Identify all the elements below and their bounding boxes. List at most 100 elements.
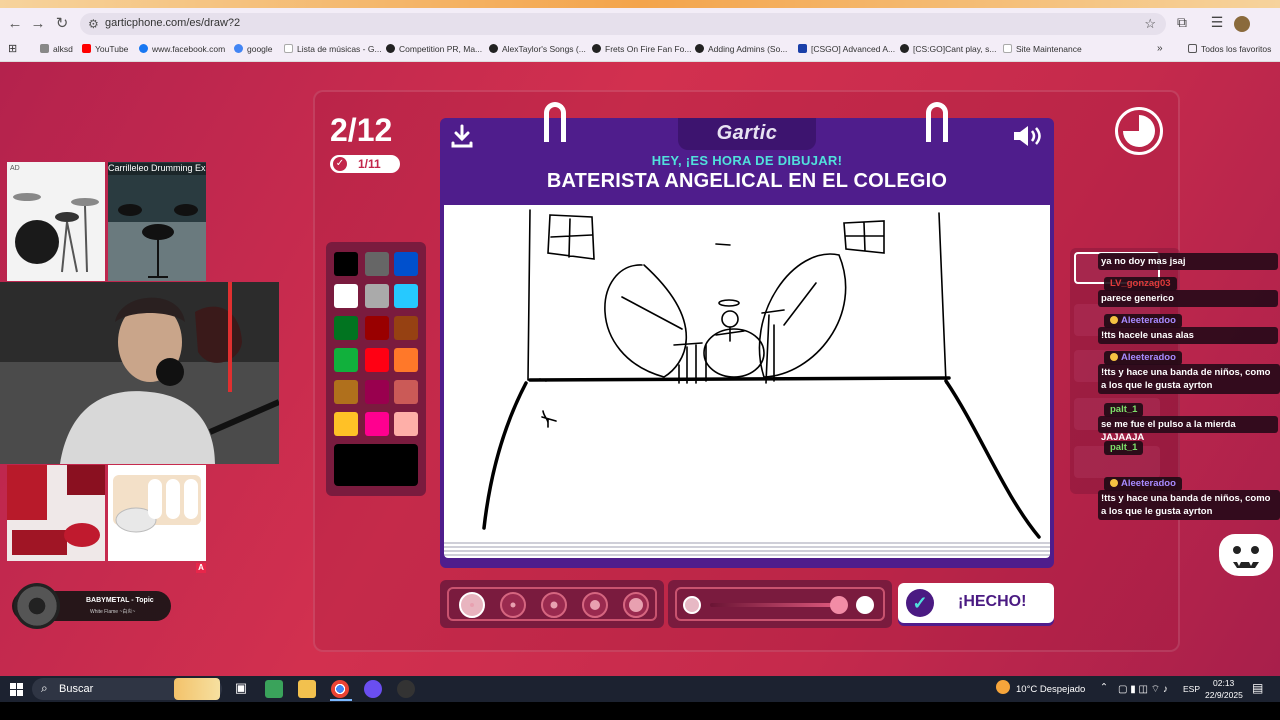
color-swatch[interactable] <box>394 252 418 276</box>
color-swatch[interactable] <box>394 316 418 340</box>
bookmark-item[interactable]: www.facebook.com <box>139 44 225 54</box>
clock-time[interactable]: 02:13 <box>1213 678 1234 688</box>
color-swatch[interactable] <box>334 284 358 308</box>
color-swatch[interactable] <box>365 284 389 308</box>
bookmark-item[interactable]: Adding Admins (So... <box>695 44 787 54</box>
opacity-min-knob[interactable] <box>683 596 701 614</box>
color-swatch[interactable] <box>334 348 358 372</box>
chat-username: Aleeteradoo <box>1104 477 1182 491</box>
tray-icons[interactable]: ▢ ▮ ◫ ⌔ ♪ <box>1118 683 1168 696</box>
bookmark-item[interactable]: Frets On Fire Fan Fo... <box>592 44 691 54</box>
color-swatch[interactable] <box>365 380 389 404</box>
color-swatch[interactable] <box>394 412 418 436</box>
color-swatch[interactable] <box>334 316 358 340</box>
weather-icon[interactable] <box>996 680 1010 694</box>
drawing-canvas[interactable] <box>444 205 1050 540</box>
language-indicator[interactable]: ESP <box>1183 684 1200 694</box>
music-artist: BABYMETAL - Topic <box>86 597 154 604</box>
opacity-slider-handle[interactable] <box>830 596 848 614</box>
obs-app-icon[interactable] <box>397 680 415 698</box>
color-swatch[interactable] <box>394 380 418 404</box>
search-highlight-icon[interactable] <box>174 678 220 700</box>
discord-app-icon[interactable] <box>364 680 382 698</box>
profile-avatar[interactable] <box>1234 16 1250 32</box>
bookmark-item[interactable]: Competition PR, Ma... <box>386 44 482 54</box>
chat-username: palt_1 <box>1104 441 1144 455</box>
extensions-icon[interactable]: ⧉ <box>1173 14 1191 31</box>
done-button[interactable]: ✓ ¡HECHO! <box>898 583 1054 623</box>
file-explorer-icon[interactable] <box>298 680 316 698</box>
current-color-preview <box>334 444 418 486</box>
more-bookmarks-chevron-icon[interactable]: » <box>1157 43 1163 54</box>
notifications-icon[interactable]: ▤ <box>1252 681 1263 695</box>
ad-image-pads[interactable] <box>108 465 206 561</box>
bookmark-item[interactable]: google <box>234 44 273 54</box>
bookmark-item[interactable]: [CS:GO]Cant play, s... <box>900 44 996 54</box>
bookmark-item[interactable]: alksd <box>40 44 73 54</box>
color-swatch[interactable] <box>365 252 389 276</box>
bookmark-item[interactable]: YouTube <box>82 44 128 54</box>
search-placeholder: Buscar <box>59 683 94 695</box>
players-done-count: 1/11 <box>358 157 381 171</box>
color-swatch[interactable] <box>365 316 389 340</box>
media-controls-icon[interactable]: ☰ <box>1208 14 1226 31</box>
active-app-indicator <box>330 699 352 701</box>
opacity-slider-track[interactable] <box>710 603 840 607</box>
binder-ring-left <box>544 102 566 142</box>
bookmark-item[interactable]: AlexTaylor's Songs (... <box>489 44 586 54</box>
color-swatch[interactable] <box>334 380 358 404</box>
all-bookmarks-folder[interactable]: Todos los favoritos <box>1188 44 1271 54</box>
download-icon[interactable] <box>450 124 474 148</box>
opacity-max-knob[interactable] <box>856 596 874 614</box>
window-accent-strip <box>0 0 1280 8</box>
brush-size-3[interactable] <box>541 592 567 618</box>
bookmark-item[interactable]: Lista de músicas - G... <box>284 44 382 54</box>
color-swatch[interactable] <box>365 412 389 436</box>
apps-grid-icon[interactable]: ⊞ <box>8 42 17 55</box>
bookmark-star-icon[interactable]: ☆ <box>1144 16 1156 32</box>
bookmark-item[interactable]: Site Maintenance <box>1003 44 1082 54</box>
bathroom-set-image <box>7 465 105 561</box>
color-swatch[interactable] <box>334 412 358 436</box>
chrome-app-icon[interactable] <box>331 680 349 698</box>
brush-size-5[interactable] <box>623 592 649 618</box>
mascot-face <box>1233 546 1259 568</box>
back-arrow-icon[interactable]: ← <box>5 14 25 34</box>
drawing-sketch <box>482 209 1041 539</box>
task-view-icon[interactable]: ▣ <box>232 680 250 698</box>
chat-message: !tts hacele unas alas <box>1101 330 1194 341</box>
brush-size-2[interactable] <box>500 592 526 618</box>
windows-start-icon[interactable] <box>10 683 23 696</box>
reload-icon[interactable]: ↻ <box>52 14 72 34</box>
site-info-icon[interactable]: ⚙ <box>88 17 99 31</box>
tray-chevron-icon[interactable]: ⌃ <box>1100 682 1108 693</box>
ad-image-drumkit[interactable] <box>7 162 105 281</box>
brush-size-4[interactable] <box>582 592 608 618</box>
calculator-app-icon[interactable] <box>265 680 283 698</box>
check-icon: ✓ <box>906 589 934 617</box>
color-swatch[interactable] <box>394 348 418 372</box>
mod-badge-icon <box>1110 353 1118 361</box>
weather-text[interactable]: 10°C Despejado <box>1016 684 1085 695</box>
bookmark-item[interactable]: [CSGO] Advanced A... <box>798 44 895 54</box>
done-label: ¡HECHO! <box>958 593 1027 610</box>
color-swatch[interactable] <box>394 284 418 308</box>
speaker-icon[interactable] <box>1012 124 1044 148</box>
chat-username: palt_1 <box>1104 403 1144 417</box>
music-song: White Flame ~白炎~ <box>90 609 136 615</box>
color-swatch[interactable] <box>365 348 389 372</box>
address-bar[interactable]: ⚙ garticphone.com/es/draw?2 ☆ <box>80 13 1166 35</box>
check-icon: ✓ <box>333 157 347 171</box>
clock-date[interactable]: 22/9/2025 <box>1205 690 1243 700</box>
forward-arrow-icon[interactable]: → <box>28 14 48 34</box>
chat-username: Aleeteradoo <box>1104 351 1182 365</box>
ad-image-bathroom[interactable] <box>7 465 105 561</box>
chat-username-text: palt_1 <box>1110 442 1138 453</box>
chat-message: ya no doy mas jsaj <box>1101 256 1186 267</box>
brush-size-1[interactable] <box>459 592 485 618</box>
video-thumbnail[interactable] <box>108 162 206 281</box>
drawing-prompt: BATERISTA ANGELICAL EN EL COLEGIO <box>546 170 948 192</box>
color-swatch[interactable] <box>334 252 358 276</box>
url-text[interactable]: garticphone.com/es/draw?2 <box>105 17 240 29</box>
chat-username: Aleeteradoo <box>1104 314 1182 328</box>
